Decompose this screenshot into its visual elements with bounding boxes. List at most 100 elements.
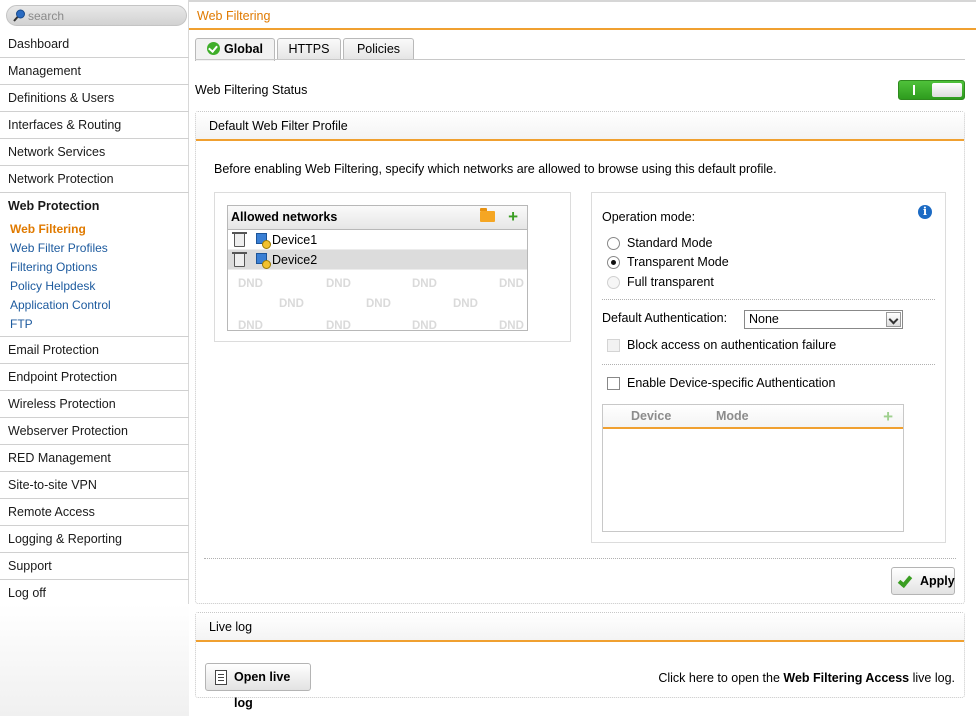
subitem-ftp[interactable]: FTP: [0, 315, 189, 334]
tab-global[interactable]: Global: [195, 38, 275, 61]
column-device: Device: [631, 409, 672, 423]
sidebar-nav: Dashboard Management Definitions & Users…: [0, 31, 189, 607]
allowed-networks-header: Allowed networks +: [228, 206, 527, 230]
transparent-mode-label: Transparent Mode: [627, 255, 729, 269]
subitem-filtering-options[interactable]: Filtering Options: [0, 258, 189, 277]
radio-standard-mode[interactable]: [607, 237, 620, 250]
sidebar-item-network-protection[interactable]: Network Protection: [0, 166, 189, 193]
allowed-networks-title: Allowed networks: [231, 210, 338, 224]
sidebar-item-logging-reporting[interactable]: Logging & Reporting: [0, 526, 189, 553]
dnd-watermark: DND: [412, 278, 437, 290]
live-log-description: Click here to open the Web Filtering Acc…: [658, 671, 955, 685]
sidebar-item-management[interactable]: Management: [0, 58, 189, 85]
dnd-watermark: DND: [279, 298, 304, 310]
dnd-watermark: DND: [326, 278, 351, 290]
dnd-watermark: DND: [238, 320, 263, 331]
search-placeholder: search: [28, 9, 65, 23]
live-log-desc-prefix: Click here to open the: [658, 671, 784, 685]
dnd-watermark: DND: [499, 278, 524, 290]
trash-icon[interactable]: [232, 252, 247, 267]
sidebar-item-endpoint-protection[interactable]: Endpoint Protection: [0, 364, 189, 391]
block-access-checkbox[interactable]: [607, 339, 620, 352]
network-device-icon: [256, 253, 271, 269]
device-auth-table: Device Mode +: [602, 404, 904, 532]
block-access-label: Block access on authentication failure: [627, 338, 837, 352]
web-protection-submenu: Web Filtering Web Filter Profiles Filter…: [0, 220, 189, 337]
tab-divider: [195, 59, 965, 60]
sidebar-item-remote-access[interactable]: Remote Access: [0, 499, 189, 526]
chevron-down-icon: [886, 312, 901, 327]
sidebar-footer: [0, 604, 189, 716]
sidebar-item-support[interactable]: Support: [0, 553, 189, 580]
live-log-title: Live log: [196, 613, 964, 642]
live-log-desc-suffix: live log.: [909, 671, 955, 685]
list-item[interactable]: Device1: [228, 230, 527, 250]
radio-transparent-mode[interactable]: [607, 256, 620, 269]
open-live-log-button[interactable]: Open live log: [205, 663, 311, 710]
plus-icon[interactable]: +: [883, 406, 893, 428]
default-profile-title: Default Web Filter Profile: [196, 112, 964, 141]
trash-icon[interactable]: [232, 232, 247, 247]
device-auth-table-header: Device Mode +: [603, 405, 903, 429]
apply-label: Apply: [920, 574, 955, 588]
checkmark-circle-icon: [207, 42, 221, 55]
drop-zone[interactable]: DND DND DND DND DND DND DND DND DND DND …: [228, 270, 527, 331]
log-document-icon: [215, 670, 227, 685]
toggle-on-indicator: [913, 85, 915, 95]
folder-icon[interactable]: [480, 208, 495, 222]
dnd-watermark: DND: [238, 278, 263, 290]
apply-button[interactable]: Apply: [891, 567, 955, 595]
sidebar-item-site-to-site-vpn[interactable]: Site-to-site VPN: [0, 472, 189, 499]
sidebar-item-wireless-protection[interactable]: Wireless Protection: [0, 391, 189, 418]
divider: [602, 364, 935, 365]
info-icon[interactable]: i: [918, 205, 932, 219]
sidebar-item-email-protection[interactable]: Email Protection: [0, 337, 189, 364]
subitem-web-filtering[interactable]: Web Filtering: [0, 220, 189, 239]
dnd-watermark: DND: [326, 320, 351, 331]
profile-description: Before enabling Web Filtering, specify w…: [214, 162, 777, 176]
dnd-watermark: DND: [453, 298, 478, 310]
operation-settings-box: Operation mode: i Standard Mode Transpar…: [591, 192, 946, 543]
open-live-log-label: Open live log: [234, 670, 291, 710]
full-transparent-label: Full transparent: [627, 275, 714, 289]
sidebar-item-webserver-protection[interactable]: Webserver Protection: [0, 418, 189, 445]
sidebar-item-interfaces-routing[interactable]: Interfaces & Routing: [0, 112, 189, 139]
sidebar-item-dashboard[interactable]: Dashboard: [0, 31, 189, 58]
standard-mode-label: Standard Mode: [627, 236, 713, 250]
default-profile-panel: Default Web Filter Profile Before enabli…: [195, 111, 965, 604]
default-authentication-label: Default Authentication:: [602, 311, 728, 325]
web-filtering-status-label: Web Filtering Status: [195, 83, 308, 97]
network-label: Device2: [272, 253, 318, 267]
sidebar-item-network-services[interactable]: Network Services: [0, 139, 189, 166]
sidebar-item-log-off[interactable]: Log off: [0, 580, 189, 607]
dnd-watermark: DND: [499, 320, 524, 331]
toggle-knob: [932, 83, 962, 97]
tab-policies[interactable]: Policies: [343, 38, 414, 60]
default-authentication-select[interactable]: None: [744, 310, 903, 329]
tab-https[interactable]: HTTPS: [277, 38, 341, 60]
plus-icon[interactable]: +: [508, 208, 518, 225]
sidebar-item-definitions-users[interactable]: Definitions & Users: [0, 85, 189, 112]
page-title: Web Filtering: [197, 9, 271, 23]
list-item[interactable]: Device2: [228, 250, 527, 270]
live-log-panel: Live log Open live log Click here to ope…: [195, 612, 965, 710]
sidebar-item-red-management[interactable]: RED Management: [0, 445, 189, 472]
subitem-application-control[interactable]: Application Control: [0, 296, 189, 315]
sidebar-item-web-protection[interactable]: Web Protection: [0, 193, 189, 220]
network-device-icon: [256, 233, 271, 249]
radio-full-transparent[interactable]: [607, 276, 620, 289]
column-mode: Mode: [716, 409, 749, 423]
allowed-networks-box: Allowed networks + Device1 Device2 DND D…: [214, 192, 571, 342]
dnd-watermark: DND: [412, 320, 437, 331]
sidebar: search Dashboard Management Definitions …: [0, 0, 189, 716]
allowed-networks-list: Allowed networks + Device1 Device2 DND D…: [227, 205, 528, 331]
device-specific-auth-label: Enable Device-specific Authentication: [627, 376, 836, 390]
subitem-web-filter-profiles[interactable]: Web Filter Profiles: [0, 239, 189, 258]
search-icon: [13, 9, 25, 22]
subitem-policy-helpdesk[interactable]: Policy Helpdesk: [0, 277, 189, 296]
web-filtering-status-toggle[interactable]: [898, 80, 965, 100]
search-input[interactable]: search: [6, 5, 187, 26]
dnd-watermark: DND: [366, 298, 391, 310]
device-specific-auth-checkbox[interactable]: [607, 377, 620, 390]
tab-global-label: Global: [224, 42, 263, 56]
